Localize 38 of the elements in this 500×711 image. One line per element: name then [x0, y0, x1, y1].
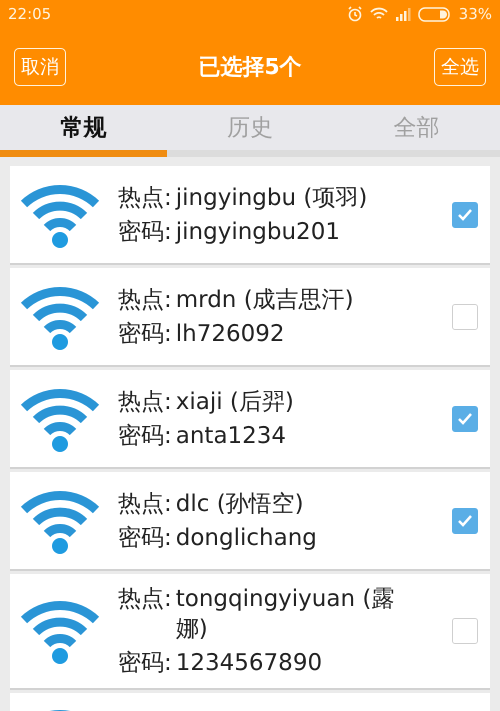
password-label: 密码:: [118, 218, 172, 246]
hotspot-card[interactable]: 热点: dlc (孙悟空) 密码: donglichang: [10, 472, 490, 571]
selection-title: 已选择5个: [198, 54, 302, 82]
hotspot-card[interactable]: 热点: tongqingyiyuan (露娜) 密码: 1234567890: [10, 574, 490, 690]
password-label: 密码:: [118, 320, 172, 348]
hotspot-label: 热点:: [118, 585, 172, 614]
checkbox[interactable]: [452, 618, 478, 644]
wifi-icon: [370, 7, 388, 21]
hotspot-label: 热点:: [118, 184, 172, 212]
password-value: jingyingbu201: [176, 218, 341, 246]
tab[interactable]: 常规: [0, 105, 167, 157]
password-label: 密码:: [118, 422, 172, 450]
hotspot-label: 热点:: [118, 490, 172, 518]
signal-icon: [394, 8, 411, 20]
password-value: 1234567890: [176, 649, 324, 678]
checkbox[interactable]: [452, 406, 478, 432]
checkbox[interactable]: [452, 304, 478, 330]
password-value: donglichang: [176, 524, 318, 552]
hotspot-card[interactable]: 热点: xiaji (后羿) 密码: anta1234: [10, 370, 490, 469]
checkbox[interactable]: [452, 202, 478, 228]
battery-icon: [418, 6, 452, 22]
battery-percent: 33%: [458, 5, 492, 23]
hotspot-name: mrdn (成吉思汗): [176, 286, 355, 314]
hotspot-name: tongqingyiyuan (露娜): [176, 585, 396, 644]
hotspot-name: jingyingbu (项羽): [176, 184, 368, 212]
hotspot-card[interactable]: 热点: jingyingbu (项羽) 密码: jingyingbu201: [10, 166, 490, 265]
password-label: 密码:: [118, 524, 172, 552]
password-value: anta1234: [176, 422, 288, 450]
alarm-icon: [346, 6, 363, 22]
hotspot-label: 热点:: [118, 286, 172, 314]
checkbox[interactable]: [452, 508, 478, 534]
password-value: lh726092: [176, 320, 286, 348]
status-time: 22:05: [8, 5, 52, 23]
hotspot-name: dlc (孙悟空): [176, 490, 305, 518]
hotspot-label: 热点:: [118, 388, 172, 416]
hotspot-card[interactable]: 热点: mrdn (成吉思汗) 密码: lh726092: [10, 268, 490, 367]
hotspot-name: xiaji (后羿): [176, 388, 295, 416]
password-label: 密码:: [118, 649, 172, 678]
